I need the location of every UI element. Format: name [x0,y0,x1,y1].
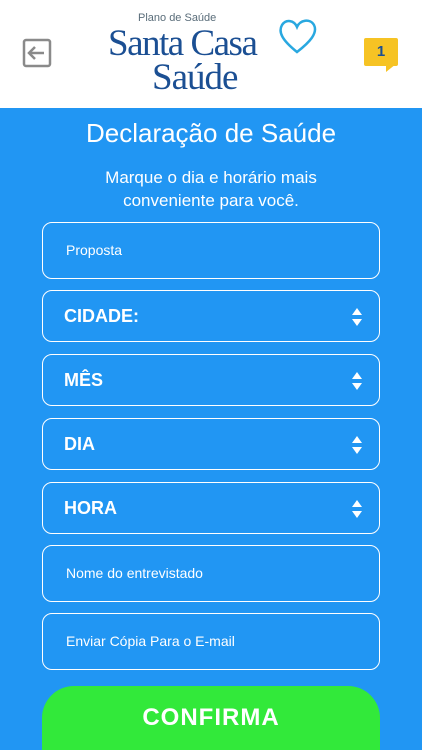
proposta-input[interactable]: Proposta [42,222,380,279]
mes-label: MÊS [64,370,104,390]
dia-label: DIA [64,434,95,454]
email-placeholder: Enviar Cópia Para o E-mail [66,633,235,649]
page-subtitle: Marque o dia e horário mais conveniente … [105,168,317,210]
confirm-button[interactable]: CONFIRMA [42,686,380,750]
cidade-select[interactable]: CIDADE: [42,290,380,342]
heart-icon [279,19,317,54]
logo-title-line2: Saúde [152,57,238,98]
notification-badge-tail [386,64,396,72]
entrevistado-input[interactable]: Nome do entrevistado [42,545,380,602]
hora-select[interactable]: HORA [42,482,380,534]
exit-button[interactable] [22,38,52,68]
select-arrows-icon [352,308,362,326]
proposta-placeholder: Proposta [66,242,123,258]
dia-select[interactable]: DIA [42,418,380,470]
exit-icon [22,38,52,68]
select-arrows-icon [352,436,362,454]
santa-casa-logo: Plano de Saúde Santa Casa Saúde [106,12,317,98]
cidade-label: CIDADE: [64,306,139,326]
notification-button[interactable]: 1 [364,38,400,74]
select-arrows-icon [352,372,362,390]
hora-label: HORA [64,498,117,518]
select-arrows-icon [352,500,362,518]
mes-select[interactable]: MÊS [42,354,380,406]
notification-count: 1 [376,43,386,60]
email-input[interactable]: Enviar Cópia Para o E-mail [42,613,380,670]
page-title: Declaração de Saúde [85,118,337,148]
entrevistado-placeholder: Nome do entrevistado [66,565,203,581]
app-header: Plano de Saúde Santa Casa Saúde 1 [0,0,422,108]
